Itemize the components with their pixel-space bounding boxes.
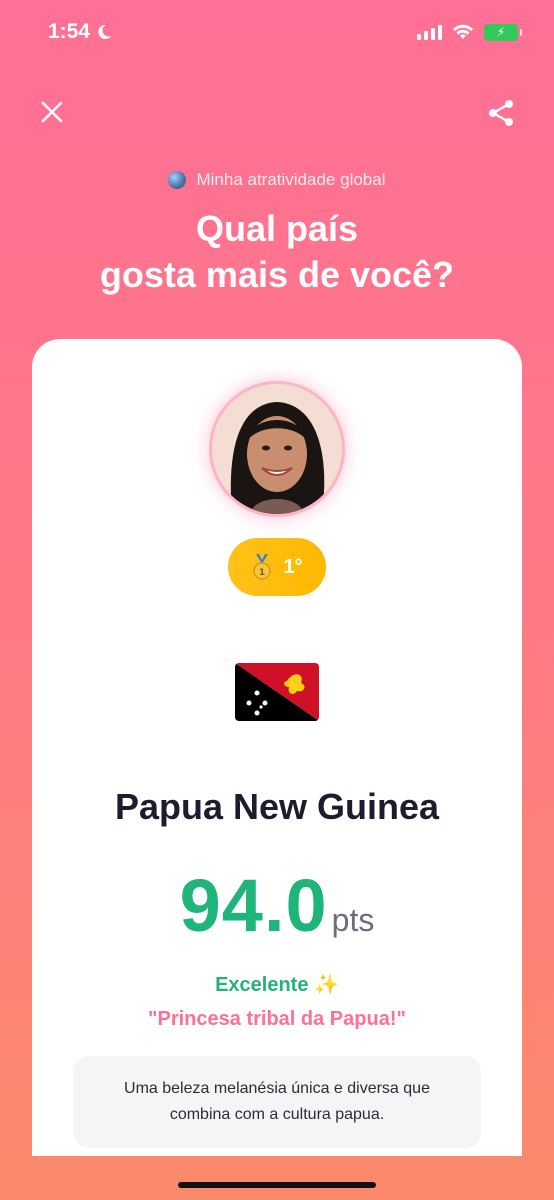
svg-text:1: 1 [259, 568, 265, 578]
rating-text: Excelente [215, 974, 309, 996]
rank-text: 1° [283, 555, 303, 578]
rank-badge: 1 1° [228, 538, 326, 596]
rating-label: Excelente ✨ [32, 972, 522, 997]
wifi-icon [453, 24, 473, 39]
battery-icon: ⚡ [484, 23, 522, 41]
moon-icon [98, 24, 112, 39]
description-box: Uma beleza melanésia única e diversa que… [73, 1056, 481, 1148]
title-line-1: Qual país [195, 208, 359, 249]
flag-icon [235, 663, 319, 721]
result-card: 1 1° Papua New Guinea 94.0 pts Excelente… [32, 339, 522, 1200]
score-value: 94.0 [179, 864, 328, 947]
page-title: Qual país gosta mais de você? [0, 206, 554, 298]
signal-icon [417, 24, 442, 40]
sparkle-icon: ✨ [314, 974, 339, 996]
close-icon[interactable] [38, 98, 66, 126]
title-line-2: gosta mais de você? [99, 254, 455, 295]
score-unit: pts [331, 902, 375, 938]
score: 94.0 pts [32, 863, 522, 948]
globe-icon [168, 171, 187, 189]
country-name: Papua New Guinea [114, 786, 440, 827]
bottom-bar [0, 1156, 554, 1200]
status-bar: 1:54 ⚡ [0, 0, 554, 64]
status-time: 1:54 [48, 20, 112, 44]
share-icon[interactable] [486, 98, 516, 128]
description-text: Uma beleza melanésia única e diversa que… [124, 1080, 430, 1123]
subtitle: Minha atratividade global [0, 170, 554, 190]
clock: 1:54 [48, 20, 91, 43]
home-indicator[interactable] [178, 1182, 376, 1188]
tagline: "Princesa tribal da Papua!" [148, 1008, 406, 1030]
medal-icon: 1 [253, 554, 272, 580]
status-indicators: ⚡ [417, 23, 522, 41]
subtitle-text: Minha atratividade global [196, 170, 386, 189]
avatar-image [212, 384, 342, 514]
avatar [209, 381, 345, 517]
